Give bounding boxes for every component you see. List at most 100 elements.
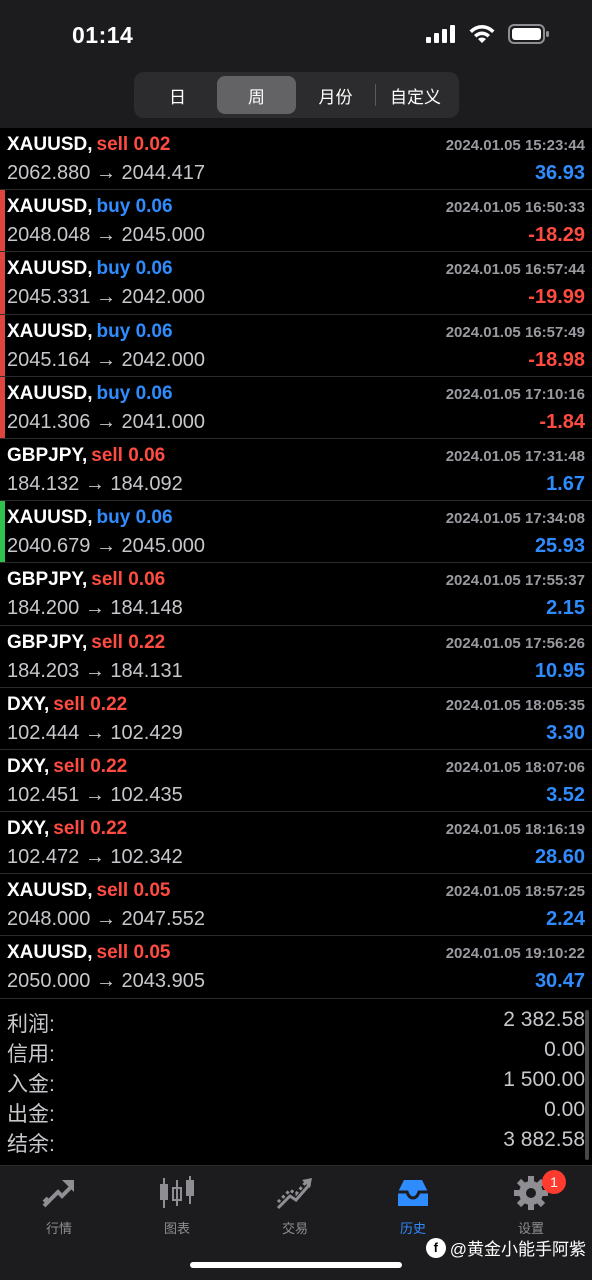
trade-profit: 10.95 [534, 659, 585, 682]
trade-header: XAUUSD, buy 0.06 [7, 383, 173, 405]
trade-symbol: GBPJPY, [7, 631, 88, 653]
account-summary: 利润: 2 382.58 信用: 0.00 入金: 1 500.00 出金: 0.00… [0, 1005, 592, 1165]
period-segmented-control: 日 周 月份 自定义 [134, 72, 459, 118]
position-marker [0, 376, 5, 438]
trade-profit: 30.47 [534, 970, 585, 993]
weibo-logo-icon: f [425, 1237, 446, 1258]
trade-header: XAUUSD, sell 0.02 [7, 134, 170, 156]
position-marker [0, 314, 5, 376]
trade-prices: 184.200 → 184.148 [7, 597, 183, 620]
trade-profit: 2.24 [546, 908, 585, 931]
segment-month[interactable]: 月份 [296, 76, 375, 114]
trade-prices: 2045.331 → 2042.000 [7, 286, 205, 309]
trade-header: XAUUSD, buy 0.06 [7, 507, 173, 529]
tab-label: 交易 [281, 1221, 308, 1236]
trade-row[interactable]: XAUUSD, buy 0.06 2024.01.05 16:50:33 204… [0, 190, 592, 253]
trade-prices: 2045.164 → 2042.000 [7, 348, 205, 371]
trade-profit: -18.29 [528, 224, 585, 247]
trade-profit: 2.15 [546, 597, 585, 620]
trade-prices: 102.451 → 102.435 [7, 783, 183, 806]
trade-action: sell 0.22 [53, 755, 128, 777]
trade-prices: 2048.000 → 2047.552 [7, 908, 205, 931]
trade-datetime: 2024.01.05 17:10:16 [445, 385, 585, 403]
trade-profit: 3.30 [546, 721, 585, 744]
scrollbar[interactable] [585, 1010, 589, 1160]
trade-profit: -19.99 [528, 286, 585, 309]
trade-header: GBPJPY, sell 0.06 [7, 445, 165, 467]
summary-row: 入金: 1 500.00 [0, 1065, 592, 1096]
trade-row[interactable]: GBPJPY, sell 0.06 2024.01.05 17:55:37 18… [0, 563, 592, 626]
tab-settings[interactable]: 1 设置 [472, 1170, 590, 1237]
tab-quotes[interactable]: 行情 [0, 1174, 118, 1237]
tab-label: 行情 [45, 1221, 72, 1236]
trade-profit: 1.67 [546, 472, 585, 495]
trade-action: sell 0.05 [96, 880, 171, 902]
trade-profit: 3.52 [546, 783, 585, 806]
segment-custom[interactable]: 自定义 [376, 76, 455, 114]
trade-action: sell 0.22 [53, 818, 128, 840]
summary-value: 2 382.58 [503, 1008, 585, 1031]
summary-label: 出金: [7, 1103, 55, 1126]
trade-row[interactable]: XAUUSD, buy 0.06 2024.01.05 16:57:44 204… [0, 252, 592, 315]
trade-datetime: 2024.01.05 16:57:49 [445, 323, 585, 341]
trade-row[interactable]: XAUUSD, buy 0.06 2024.01.05 17:10:16 204… [0, 376, 592, 439]
watermark-text: @黄金小能手阿紫 [449, 1240, 586, 1259]
trade-profit: 28.60 [534, 846, 585, 869]
trade-header: XAUUSD, buy 0.06 [7, 258, 173, 280]
trade-profit: 25.93 [534, 535, 585, 558]
trade-row[interactable]: GBPJPY, sell 0.22 2024.01.05 17:56:26 18… [0, 626, 592, 688]
top-bar: 01:14 日 周 月份 自定义 [0, 0, 592, 128]
position-marker [0, 190, 5, 252]
trade-row[interactable]: XAUUSD, sell 0.05 2024.01.05 19:10:22 20… [0, 936, 592, 999]
trade-row[interactable]: XAUUSD, sell 0.02 2024.01.05 15:23:44 20… [0, 128, 592, 191]
status-icons [426, 24, 550, 44]
tab-history[interactable]: 历史 [354, 1174, 472, 1237]
segment-day[interactable]: 日 [138, 76, 217, 114]
trade-datetime: 2024.01.05 18:07:06 [445, 758, 585, 776]
trade-symbol: XAUUSD, [7, 320, 93, 342]
trade-row[interactable]: XAUUSD, buy 0.06 2024.01.05 16:57:49 204… [0, 314, 592, 377]
trade-row[interactable]: GBPJPY, sell 0.06 2024.01.05 17:31:48 18… [0, 439, 592, 502]
battery-icon [508, 24, 550, 44]
trade-datetime: 2024.01.05 17:34:08 [445, 510, 585, 528]
status-time: 01:14 [72, 22, 134, 48]
summary-row: 信用: 0.00 [0, 1035, 592, 1066]
trade-header: XAUUSD, sell 0.05 [7, 880, 170, 902]
trade-symbol: XAUUSD, [7, 507, 93, 529]
trade-datetime: 2024.01.05 16:57:44 [445, 261, 585, 279]
wifi-icon [468, 24, 496, 44]
trade-header: DXY, sell 0.22 [7, 818, 127, 840]
tab-trade[interactable]: 交易 [236, 1174, 354, 1237]
chart-icon [158, 1174, 196, 1212]
trade-action: buy 0.06 [96, 196, 173, 218]
trade-row[interactable]: XAUUSD, buy 0.06 2024.01.05 17:34:08 204… [0, 501, 592, 564]
trade-symbol: XAUUSD, [7, 382, 93, 404]
trade-header: DXY, sell 0.22 [7, 694, 127, 716]
trade-row[interactable]: DXY, sell 0.22 2024.01.05 18:05:35 102.4… [0, 688, 592, 750]
home-indicator[interactable] [190, 1262, 402, 1268]
trade-prices: 2050.000 → 2043.905 [7, 970, 205, 993]
trade-header: GBPJPY, sell 0.22 [7, 632, 165, 654]
segment-week[interactable]: 周 [217, 76, 296, 114]
quotes-icon [40, 1174, 78, 1212]
trade-datetime: 2024.01.05 16:50:33 [445, 199, 585, 217]
history-icon [394, 1174, 432, 1212]
trade-row[interactable]: XAUUSD, sell 0.05 2024.01.05 18:57:25 20… [0, 874, 592, 937]
trade-datetime: 2024.01.05 19:10:22 [445, 945, 585, 963]
position-marker [0, 252, 5, 314]
trade-action: buy 0.06 [96, 507, 173, 529]
trade-history-list: XAUUSD, sell 0.02 2024.01.05 15:23:44 20… [0, 128, 592, 999]
trade-prices: 102.472 → 102.342 [7, 846, 183, 869]
trade-prices: 102.444 → 102.429 [7, 721, 183, 744]
trade-icon [276, 1174, 314, 1212]
trade-symbol: DXY, [7, 693, 50, 715]
trade-action: sell 0.22 [53, 693, 128, 715]
trade-action: sell 0.06 [91, 444, 166, 466]
summary-value: 3 882.58 [503, 1128, 585, 1151]
trade-action: sell 0.02 [96, 134, 171, 155]
summary-label: 结余: [7, 1133, 55, 1156]
notification-badge: 1 [542, 1170, 566, 1194]
trade-row[interactable]: DXY, sell 0.22 2024.01.05 18:16:19 102.4… [0, 812, 592, 875]
tab-chart[interactable]: 图表 [118, 1174, 236, 1237]
trade-row[interactable]: DXY, sell 0.22 2024.01.05 18:07:06 102.4… [0, 750, 592, 813]
